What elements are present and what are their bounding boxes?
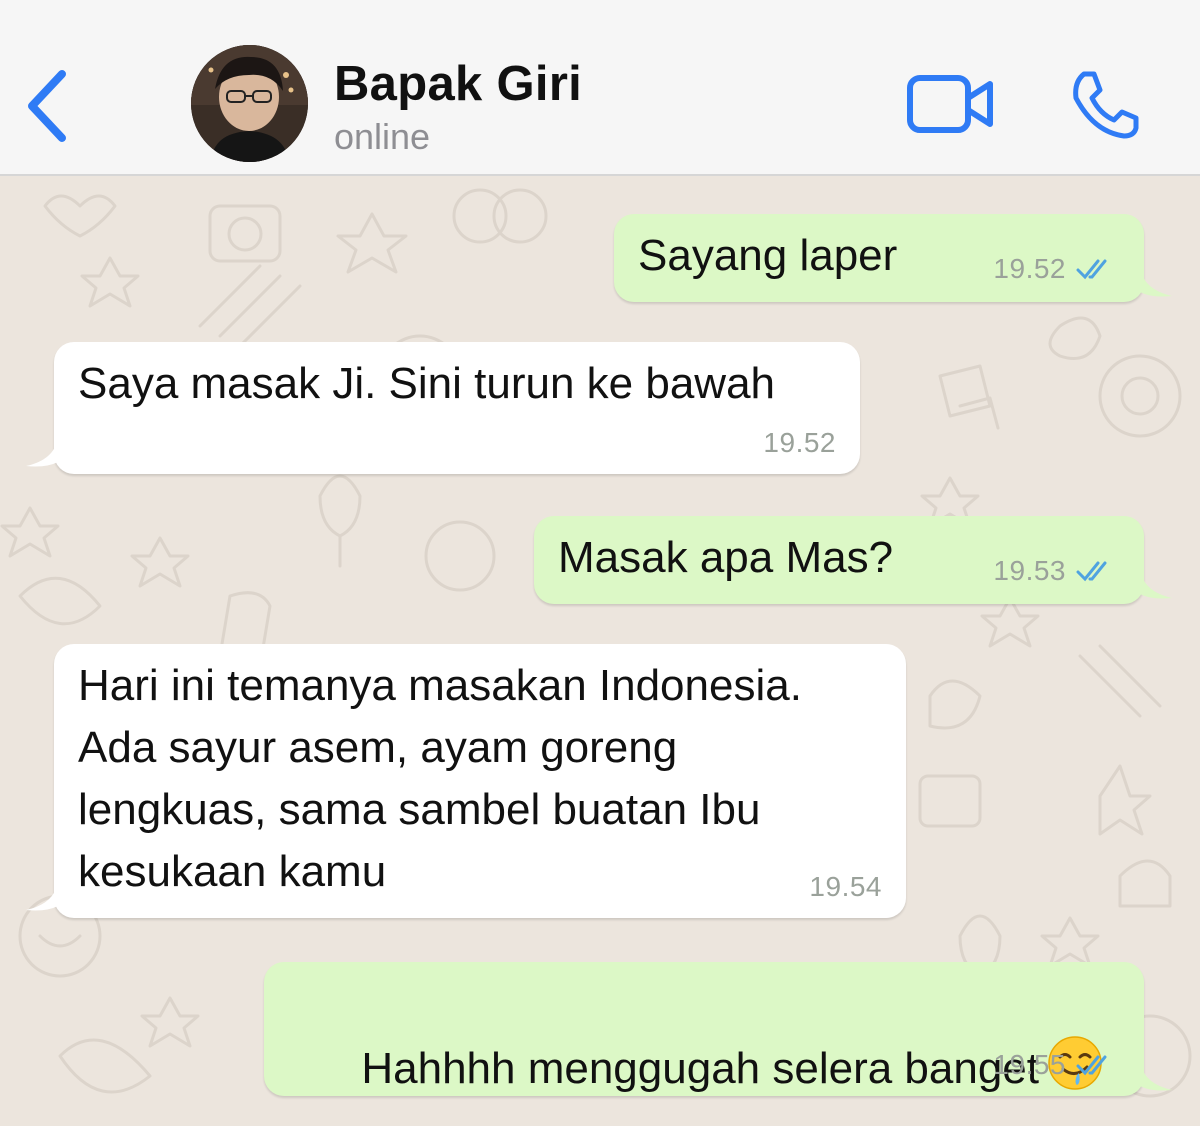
phone-icon <box>1073 71 1139 139</box>
chevron-left-icon <box>28 70 66 142</box>
message-list[interactable]: Sayang laper 19.52 Saya masak Ji. Sini t… <box>0 176 1200 1126</box>
bubble-tail <box>1140 570 1172 599</box>
message-time: 19.52 <box>993 253 1066 284</box>
read-receipt-icon <box>1076 561 1107 582</box>
message-text: Hahhhh menggugah selera banget <box>288 973 1103 1126</box>
avatar-image <box>191 45 308 162</box>
read-receipt-icon <box>1076 259 1107 280</box>
read-receipt-icon <box>1076 1055 1107 1076</box>
message-bubble-outgoing[interactable]: Masak apa Mas? 19.53 <box>534 516 1144 604</box>
message-meta: 19.52 <box>993 254 1116 284</box>
voice-call-button[interactable] <box>1066 68 1142 140</box>
contact-status: online <box>334 116 431 157</box>
message-line: kesukaan kamu <box>78 847 387 896</box>
bubble-tail <box>26 438 58 467</box>
message-line: Hari ini temanya masakan Indonesia. <box>78 661 802 710</box>
bubble-tail <box>1140 1062 1172 1091</box>
message-meta: 19.52 <box>763 428 836 458</box>
chat-header: Bapak Giri online <box>0 0 1200 176</box>
contact-name[interactable]: Bapak Giri <box>334 56 582 112</box>
message-time: 19.55 <box>993 1049 1066 1080</box>
message-line: lengkuas, sama sambel buatan Ibu <box>78 785 761 834</box>
message-meta: 19.53 <box>993 556 1116 586</box>
video-camera-icon <box>907 75 993 133</box>
message-time: 19.53 <box>993 555 1066 586</box>
message-bubble-incoming[interactable]: Hari ini temanya masakan Indonesia. Ada … <box>54 644 906 918</box>
message-text-content: Hahhhh menggugah selera banget <box>361 1044 1039 1093</box>
message-meta: 19.55 <box>993 1050 1116 1080</box>
message-meta: 19.54 <box>809 872 882 902</box>
message-text: Masak apa Mas? <box>558 533 894 582</box>
message-bubble-incoming[interactable]: Saya masak Ji. Sini turun ke bawah 19.52 <box>54 342 860 474</box>
message-bubble-outgoing[interactable]: Hahhhh menggugah selera banget 19.55 <box>264 962 1144 1096</box>
message-line: Ada sayur asem, ayam goreng <box>78 723 678 772</box>
bubble-tail <box>26 882 58 911</box>
video-call-button[interactable] <box>906 72 996 136</box>
message-time: 19.54 <box>809 871 882 902</box>
back-button[interactable] <box>22 64 78 148</box>
bubble-tail <box>1140 268 1172 297</box>
message-bubble-outgoing[interactable]: Sayang laper 19.52 <box>614 214 1144 302</box>
avatar[interactable] <box>191 45 308 162</box>
message-text: Sayang laper <box>638 231 898 280</box>
message-text: Saya masak Ji. Sini turun ke bawah <box>78 359 776 408</box>
message-time: 19.52 <box>763 427 836 458</box>
